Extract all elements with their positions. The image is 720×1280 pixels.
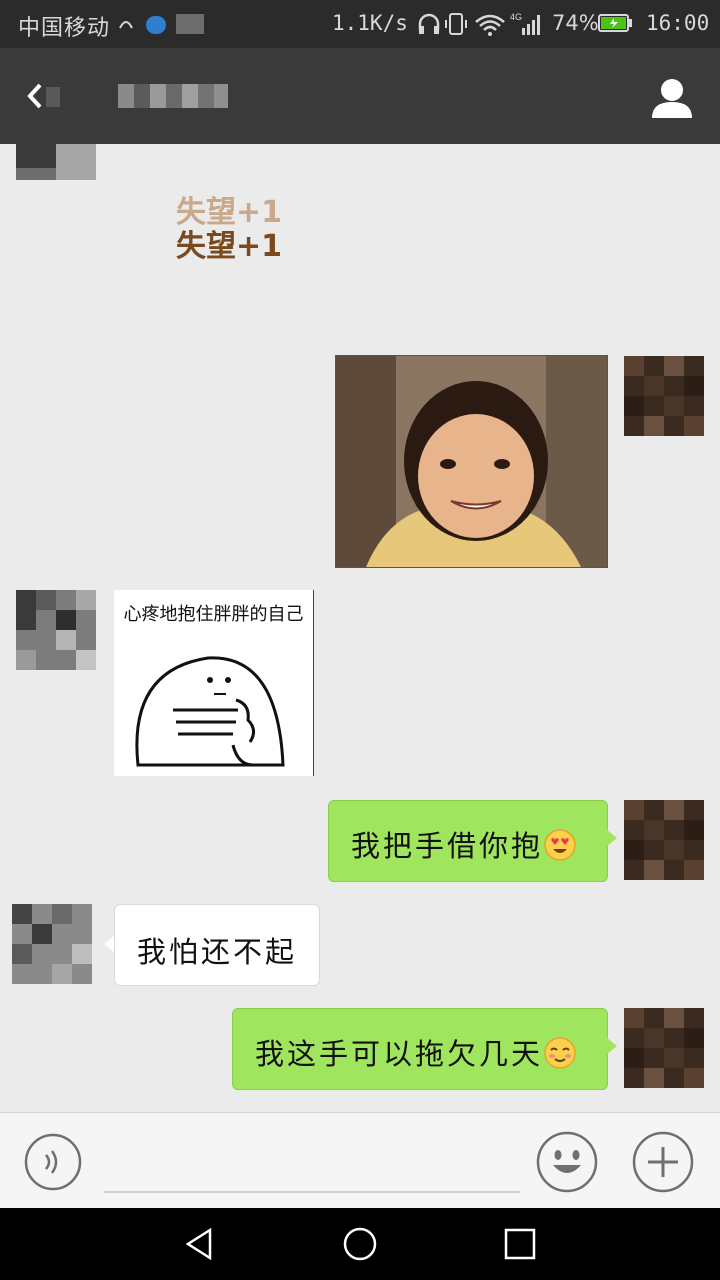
network-speed: 1.1K/s [332, 11, 408, 35]
sticker-text: 失望+1 [176, 229, 283, 264]
carrier-name: 中国移动 [18, 16, 111, 41]
system-navigation-bar [0, 1208, 720, 1280]
image-message[interactable] [335, 355, 608, 568]
battery-charging-icon [598, 14, 632, 32]
chat-area[interactable]: 失望+1 失望+1 心疼地抱住胖胖的自己 我把手借你抱 我怕还不起 我这手可以拖… [0, 144, 720, 1112]
message-text: 我怕还不起 [137, 935, 298, 969]
message-bubble-outgoing[interactable]: 我把手借你抱 [328, 800, 608, 882]
sticker-caption: 心疼地抱住胖胖的自己 [123, 604, 304, 625]
chat-title-bar [0, 48, 720, 144]
plus-icon[interactable] [632, 1131, 694, 1193]
chevron-left-icon[interactable] [20, 73, 68, 119]
message-text: 我这手可以拖欠几天 [255, 1037, 544, 1071]
vibrate-icon [449, 13, 463, 35]
avatar[interactable] [624, 800, 704, 880]
user-icon[interactable] [644, 70, 700, 126]
sticker-text-faded: 失望+1 [176, 195, 283, 230]
battery-percent: 74% [552, 11, 599, 35]
smiley-icon[interactable] [536, 1131, 598, 1193]
voice-icon[interactable] [24, 1133, 82, 1191]
wifi-icon [475, 14, 505, 31]
message-input[interactable] [104, 1191, 520, 1193]
nav-home-icon[interactable] [340, 1224, 380, 1264]
avatar[interactable] [12, 904, 92, 984]
network-type: 4G [510, 12, 522, 22]
nav-back-icon[interactable] [180, 1224, 220, 1264]
input-bar [0, 1112, 720, 1209]
bubble-tail [606, 829, 617, 847]
sticker-message[interactable]: 心疼地抱住胖胖的自己 [114, 590, 314, 776]
message-text: 我把手借你抱 [351, 829, 544, 863]
relieved-emoji [544, 1037, 576, 1069]
avatar[interactable] [16, 144, 96, 180]
avatar[interactable] [624, 1008, 704, 1088]
chat-title-obscured [118, 84, 228, 108]
heart-eyes-emoji [544, 829, 576, 861]
nav-recent-icon[interactable] [500, 1224, 540, 1264]
notification-icons [119, 14, 204, 34]
message-bubble-outgoing[interactable]: 我这手可以拖欠几天 [232, 1008, 608, 1090]
status-bar: 中国移动 1.1K/s 4G 74% 16:00 [0, 0, 720, 48]
avatar[interactable] [16, 590, 96, 670]
avatar[interactable] [624, 356, 704, 436]
chubby-sticker-figure [135, 656, 285, 767]
sticker-message[interactable]: 失望+1 失望+1 [176, 196, 306, 272]
message-bubble-incoming[interactable]: 我怕还不起 [114, 904, 320, 986]
bubble-tail [606, 1037, 617, 1055]
clock: 16:00 [646, 11, 710, 35]
